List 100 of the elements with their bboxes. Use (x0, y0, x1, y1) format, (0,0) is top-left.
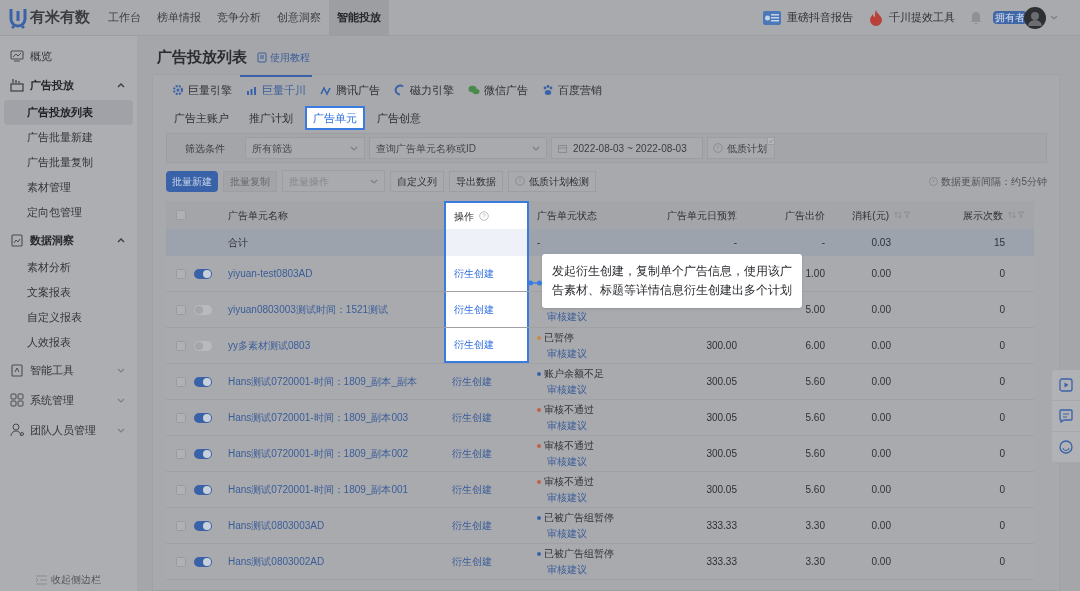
toolbar-button[interactable]: 自定义列 (390, 170, 444, 192)
table-cell-text: 300.05 (706, 375, 737, 389)
toggle-switch[interactable] (194, 412, 212, 423)
table-cell-text: 0.00 (871, 339, 891, 353)
table-cell-text: 0 (999, 447, 1005, 461)
sidebar-item[interactable]: 广告批量新建 (4, 125, 133, 150)
report-icon (763, 9, 781, 26)
nav-tab[interactable]: 智能投放 (329, 0, 389, 35)
column-header: 展示次数 (963, 208, 1003, 223)
column-header: 广告出价 (785, 208, 825, 223)
monitor-icon (10, 49, 24, 63)
scope-select[interactable]: 所有筛选 (245, 137, 365, 159)
gear-icon (172, 84, 184, 96)
nav-tab[interactable]: 创意洞察 (269, 0, 329, 35)
toggle-switch[interactable] (194, 268, 212, 279)
table-cell-text: 0.00 (871, 375, 891, 389)
sidebar-item[interactable]: 概览 (4, 42, 133, 70)
table-cell-text: 0.00 (871, 519, 891, 533)
clock-icon (515, 176, 525, 186)
low-quality-filter[interactable]: 低质计划 (707, 137, 775, 159)
ad-unit-link[interactable]: Hans测试0803003AD (228, 518, 325, 533)
platform-tab[interactable]: 腾讯广告 (314, 75, 386, 103)
ad-unit-link[interactable]: Hans测试0803002AD (228, 554, 325, 569)
low-quality-check-button[interactable]: 低质计划检测 (508, 170, 596, 192)
tutorial-link[interactable]: 使用教程 (257, 49, 310, 65)
review-advice-link[interactable]: 审核建议 (537, 454, 587, 469)
table-cell-text: 0 (999, 555, 1005, 569)
nav-tab[interactable]: 竞争分析 (209, 0, 269, 35)
toggle-switch[interactable] (194, 520, 212, 531)
sidebar-item[interactable]: 广告批量复制 (4, 150, 133, 175)
sidebar-item[interactable]: 文案报表 (4, 280, 133, 305)
review-advice-link[interactable]: 审核建议 (537, 562, 587, 577)
toggle-switch[interactable] (194, 448, 212, 459)
toggle-switch[interactable] (194, 556, 212, 567)
sidebar-item[interactable]: 定向包管理 (4, 200, 133, 225)
clipboard-icon (10, 363, 24, 377)
top-link[interactable]: 重磅抖音报告 (763, 9, 853, 26)
review-advice-link[interactable]: 审核建议 (537, 308, 587, 324)
sidebar-group[interactable]: 广告投放 (4, 70, 133, 100)
sidebar-item[interactable]: 素材分析 (4, 255, 133, 280)
table-cell-text: 0 (999, 375, 1005, 389)
sub-tab[interactable]: 广告创意 (369, 106, 429, 130)
toggle-switch[interactable] (194, 376, 212, 387)
chart-icon (10, 78, 24, 92)
ad-unit-link[interactable]: yiyuan0803003测试时间：1521测试 (228, 302, 389, 317)
sidebar-group[interactable]: 智能工具 (4, 355, 133, 385)
date-range-field[interactable]: 2022-08-03 ~ 2022-08-03 (551, 137, 703, 159)
status-text: 审核不通过 (544, 439, 594, 453)
derive-create-link[interactable]: 衍生创建 (452, 374, 492, 389)
ad-unit-link[interactable]: Hans测试0720001-时间：1809_副本002 (228, 446, 409, 461)
sidebar-group[interactable]: 数据洞察 (4, 225, 133, 255)
sidebar-item[interactable]: 自定义报表 (4, 305, 133, 330)
ad-unit-link[interactable]: Hans测试0720001-时间：1809_副本001 (228, 482, 409, 497)
platform-tab[interactable]: 巨量引擎 (166, 75, 238, 103)
sub-tab[interactable]: 推广计划 (241, 106, 301, 130)
derive-create-link[interactable]: 衍生创建 (452, 554, 492, 569)
derive-create-link[interactable]: 衍生创建 (452, 518, 492, 533)
toolbar-button[interactable]: 导出数据 (449, 170, 503, 192)
nav-tab[interactable]: 榜单情报 (149, 0, 209, 35)
derive-create-link[interactable]: 衍生创建 (452, 482, 492, 497)
page-title: 广告投放列表 (157, 46, 247, 67)
table-cell-text: 0.00 (871, 303, 891, 317)
nav-tab[interactable]: 工作台 (100, 0, 149, 35)
table-cell-text: 0 (999, 339, 1005, 353)
sub-tab[interactable]: 广告主账户 (166, 106, 237, 130)
top-link[interactable]: 千川提效工具 (869, 9, 955, 26)
clipboard-chart-icon (10, 233, 24, 247)
review-advice-link[interactable]: 审核建议 (537, 382, 587, 397)
table-cell-text: 300.05 (706, 411, 737, 425)
sidebar-group[interactable]: 团队人员管理 (4, 415, 133, 445)
sidebar-group[interactable]: 系统管理 (4, 385, 133, 415)
table-cell-text: - (733, 236, 737, 250)
platform-tab[interactable]: 磁力引擎 (388, 75, 460, 103)
ad-unit-link[interactable]: Hans测试0720001-时间：1809_副本003 (228, 410, 409, 425)
table-cell-text: 3.30 (805, 555, 825, 569)
platform-tab[interactable]: 微信广告 (462, 75, 534, 103)
review-advice-link[interactable]: 审核建议 (537, 526, 587, 541)
collapse-sidebar-button[interactable]: 收起侧边栏 (36, 572, 101, 587)
smile-icon (1059, 440, 1073, 454)
platform-tab[interactable]: 巨量千川 (240, 75, 312, 103)
search-field[interactable]: 查询广告单元名称或ID (369, 137, 547, 159)
derive-create-link[interactable]: 衍生创建 (452, 410, 492, 425)
sidebar-item[interactable]: 人效报表 (4, 330, 133, 355)
table-cell-text: - (821, 236, 825, 250)
ad-unit-link[interactable]: yy多素材测试0803 (228, 338, 311, 353)
review-advice-link[interactable]: 审核建议 (537, 418, 587, 433)
batch-create-button[interactable]: 批量新建 (166, 170, 218, 192)
toggle-switch[interactable] (194, 484, 212, 495)
ad-unit-link[interactable]: yiyuan-test0803AD (228, 266, 313, 281)
review-advice-link[interactable]: 审核建议 (537, 346, 587, 361)
fire-icon (869, 9, 883, 26)
sub-tab[interactable]: 广告单元 (305, 106, 365, 130)
sidebar-item[interactable]: 素材管理 (4, 175, 133, 200)
chevron-down-icon (117, 397, 125, 403)
derive-create-link[interactable]: 衍生创建 (452, 446, 492, 461)
ad-unit-link[interactable]: Hans测试0720001-时间：1809_副本_副本 (228, 374, 417, 389)
sidebar-item[interactable]: 广告投放列表 (4, 100, 133, 125)
update-note: 数据更新间隔：约5分钟 (941, 174, 1047, 189)
review-advice-link[interactable]: 审核建议 (537, 490, 587, 505)
platform-tab[interactable]: 百度营销 (536, 75, 608, 103)
